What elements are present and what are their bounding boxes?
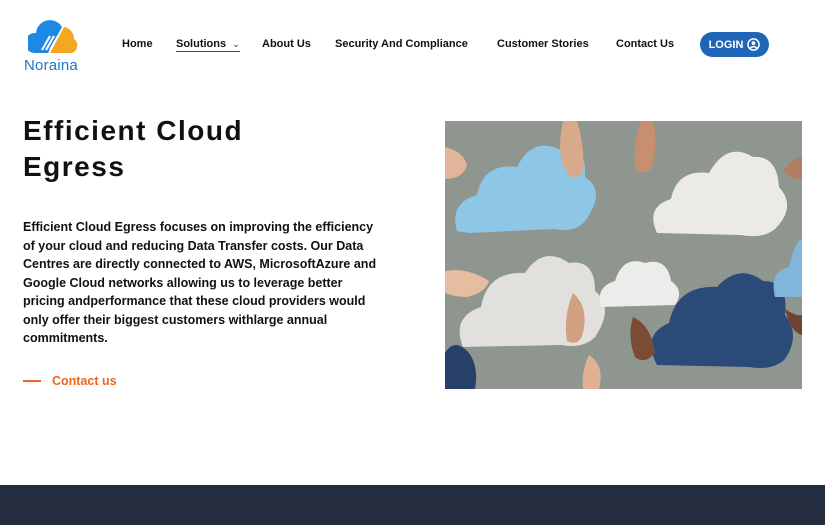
nav-security-compliance[interactable]: Security And Compliance — [335, 38, 468, 50]
login-label: LOGIN — [708, 38, 744, 51]
nav-contact-us[interactable]: Contact Us — [616, 38, 674, 50]
brand-logo[interactable]: Noraina — [24, 17, 88, 75]
page-title-line1: Efficient Cloud — [23, 115, 244, 146]
contact-us-label: Contact us — [52, 374, 117, 388]
nav-about-us[interactable]: About Us — [262, 38, 311, 50]
chevron-down-icon: ⌄ — [232, 39, 240, 49]
user-circle-icon — [747, 38, 761, 51]
brand-name: Noraina — [24, 57, 78, 74]
dash-icon — [23, 380, 41, 382]
nav-solutions-label: Solutions — [176, 38, 227, 50]
footer-band — [0, 485, 825, 525]
nav-customer-stories[interactable]: Customer Stories — [497, 38, 589, 50]
hero-image — [445, 121, 802, 389]
cloud-logo-icon — [28, 20, 78, 53]
nav-home[interactable]: Home — [122, 38, 153, 50]
contact-us-link[interactable]: Contact us — [23, 374, 117, 388]
login-button[interactable]: LOGIN — [700, 32, 769, 57]
page-title-line2: Egress — [23, 151, 126, 182]
clouds-illustration — [445, 121, 802, 389]
nav-solutions[interactable]: Solutions ⌄ — [176, 38, 240, 52]
hero-description: Efficient Cloud Egress focuses on improv… — [23, 220, 377, 345]
page-title: Efficient Cloud Egress — [23, 113, 323, 185]
